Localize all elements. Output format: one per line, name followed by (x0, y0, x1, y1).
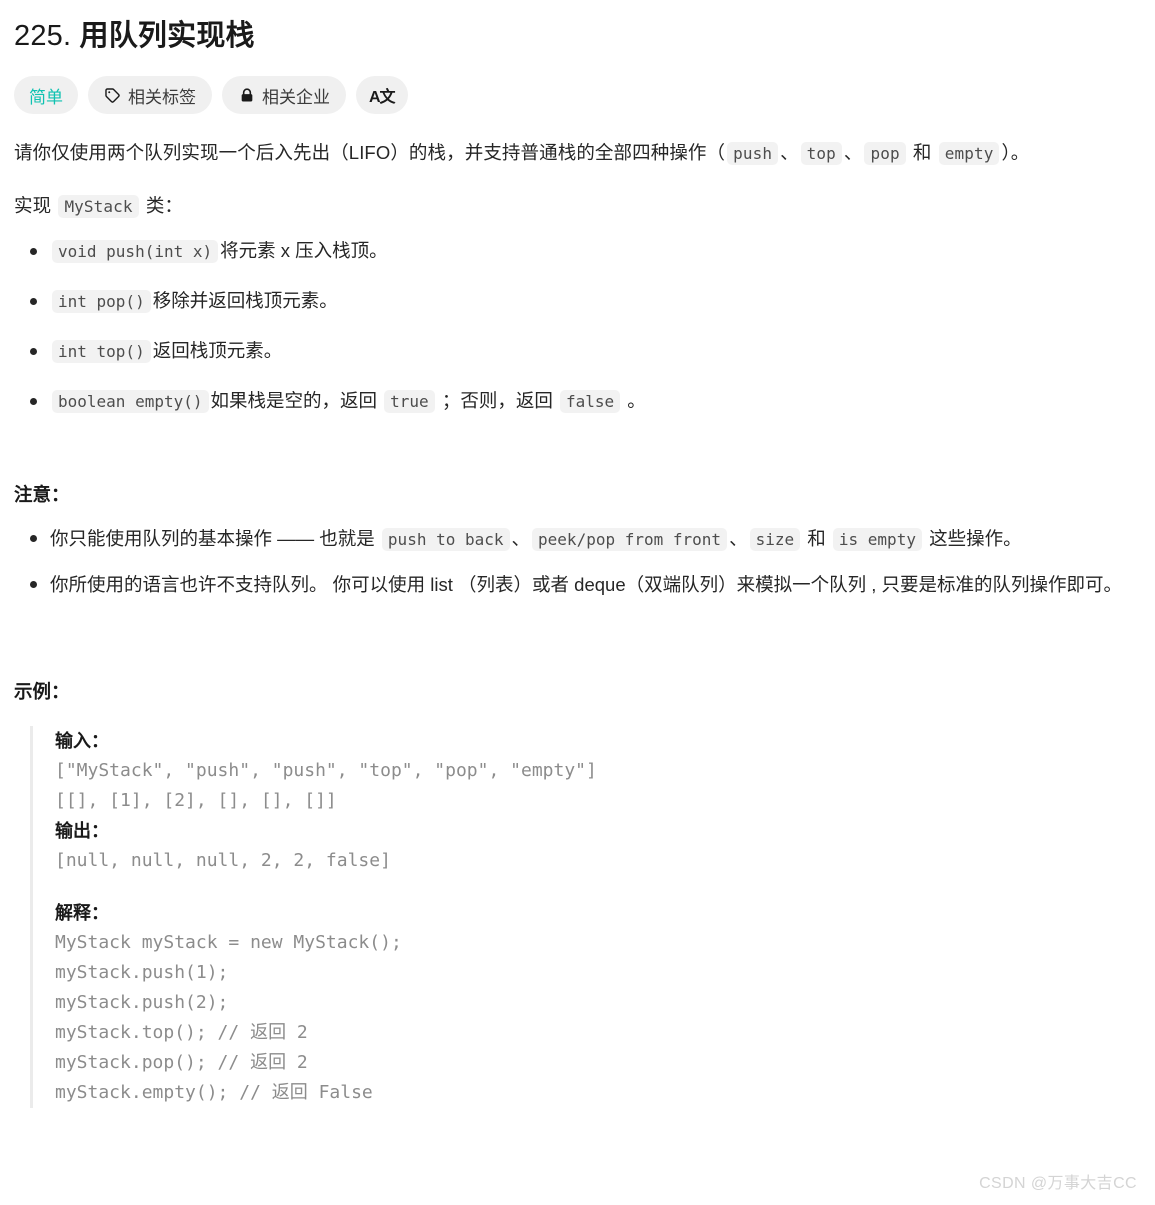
note-sep-2: 、 (729, 528, 748, 549)
note-text-post: 这些操作。 (923, 528, 1022, 549)
page-title: 225. 用队列实现栈 (14, 16, 1141, 56)
example-input-line: [[], [1], [2], [], [], []] (55, 790, 337, 811)
problem-page: 225. 用队列实现栈 简单 相关标签 相关企业 A文 请你仅使用两个队列实现一… (0, 0, 1155, 1108)
list-item: int top() 返回栈顶元素。 (30, 336, 1141, 367)
related-tags-label: 相关标签 (128, 87, 196, 107)
example-explain-line: myStack.empty(); // 返回 False (55, 1082, 373, 1103)
list-item: 你所使用的语言也许不支持队列。 你可以使用 list （列表）或者 deque（… (30, 569, 1141, 600)
sep-1: 、 (780, 142, 799, 163)
translate-button[interactable]: A文 (356, 76, 408, 114)
related-companies-button[interactable]: 相关企业 (222, 76, 346, 114)
note-text-pre: 你只能使用队列的基本操作 —— 也就是 (50, 528, 380, 549)
example-output-line: [null, null, null, 2, 2, false] (55, 850, 391, 871)
sep-2: 、 (843, 142, 863, 163)
example-output-label: 输出： (55, 821, 109, 841)
method-description-pre: 如果栈是空的，返回 (210, 390, 383, 411)
method-signature: void push(int x) (52, 240, 219, 263)
watermark: CSDN @万事大吉CC (979, 1175, 1137, 1192)
code-mystack: MyStack (58, 195, 139, 218)
tag-icon (104, 87, 121, 104)
lock-icon (238, 87, 255, 104)
method-description-mid: ；否则，返回 (436, 390, 558, 411)
list-item: void push(int x) 将元素 x 压入栈顶。 (30, 236, 1141, 267)
description-lead: 请你仅使用两个队列实现一个后入先出（LIFO）的栈，并支持普通栈的全部四种操作（… (14, 138, 1141, 169)
example-explain-line: myStack.push(1); (55, 962, 229, 983)
code-is-empty: is empty (832, 528, 922, 551)
code-empty: empty (938, 142, 1000, 165)
description-lead-end: ）。 (1001, 142, 1030, 163)
notes-heading: 注意： (14, 484, 70, 505)
example-explain-label: 解释： (55, 903, 109, 923)
code-push-to-back: push to back (381, 528, 510, 551)
list-item: int pop() 移除并返回栈顶元素。 (30, 286, 1141, 317)
note-sep-3: 和 (802, 528, 831, 549)
method-signature: int pop() (52, 290, 151, 313)
code-top: top (800, 142, 842, 165)
description-lead-text: 请你仅使用两个队列实现一个后入先出（LIFO）的栈，并支持普通栈的全部四种操作（ (14, 142, 726, 163)
list-item: 你只能使用队列的基本操作 —— 也就是 push to back、 peek/po… (30, 523, 1141, 555)
related-tags-button[interactable]: 相关标签 (88, 76, 212, 114)
code-false: false (559, 390, 621, 413)
code-size: size (749, 528, 801, 551)
sep-3: 和 (907, 142, 937, 163)
example-explain-line: myStack.pop(); // 返回 2 (55, 1052, 308, 1073)
translate-icon: A文 (369, 89, 396, 106)
examples-heading: 示例： (14, 681, 70, 702)
method-signature: int top() (52, 340, 151, 363)
implement-post: 类： (140, 195, 184, 216)
code-peek-pop-from-front: peek/pop from front (532, 528, 728, 551)
example-explain-line: MyStack myStack = new MyStack(); (55, 932, 402, 953)
code-pop: pop (864, 142, 906, 165)
method-list: void push(int x) 将元素 x 压入栈顶。 int pop() 移除并… (14, 236, 1141, 417)
method-description-end: 。 (622, 390, 646, 411)
implement-class-line: 实现 MyStack 类： (14, 191, 1141, 222)
method-signature: boolean empty() (52, 390, 209, 413)
notes-list: 你只能使用队列的基本操作 —— 也就是 push to back、 peek/po… (14, 523, 1141, 600)
related-companies-label: 相关企业 (262, 87, 330, 107)
problem-title-text: 用队列实现栈 (79, 20, 255, 52)
method-description: 将元素 x 压入栈顶。 (220, 240, 388, 261)
example-explain-line: myStack.push(2); (55, 992, 229, 1013)
difficulty-badge[interactable]: 简单 (14, 76, 78, 114)
difficulty-label: 简单 (29, 87, 63, 107)
meta-pill-row: 简单 相关标签 相关企业 A文 (14, 76, 1141, 114)
method-description: 返回栈顶元素。 (152, 340, 283, 361)
example-explain-line: myStack.top(); // 返回 2 (55, 1022, 308, 1043)
problem-number: 225. (14, 20, 72, 52)
note-sep-1: 、 (511, 528, 531, 549)
code-push: push (727, 142, 779, 165)
example-input-line: ["MyStack", "push", "push", "top", "pop"… (55, 760, 597, 781)
code-true: true (384, 390, 435, 413)
list-item: boolean empty() 如果栈是空的，返回 true ；否则，返回 fal… (30, 386, 1141, 417)
implement-pre: 实现 (14, 195, 57, 216)
example-code-block: 输入： ["MyStack", "push", "push", "top", "… (30, 726, 1141, 1108)
example-input-label: 输入： (55, 731, 109, 751)
method-description: 移除并返回栈顶元素。 (152, 290, 338, 311)
